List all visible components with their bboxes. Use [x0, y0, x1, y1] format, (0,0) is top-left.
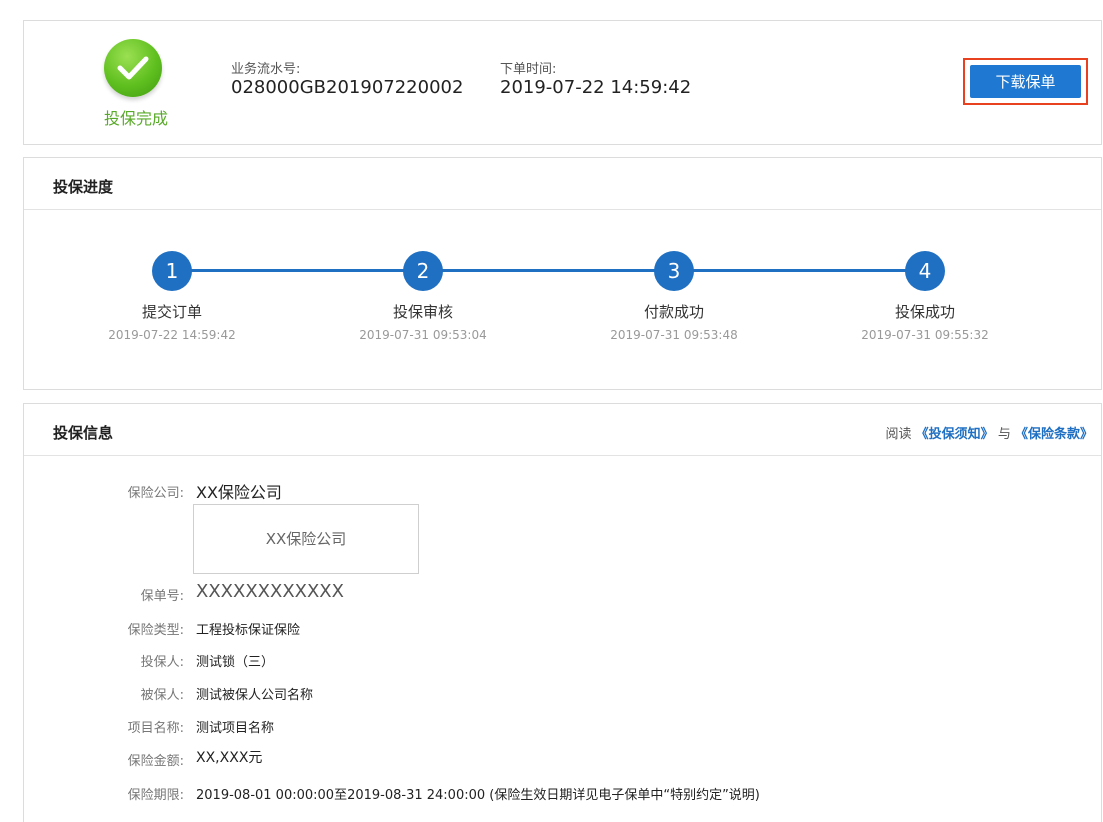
company-label: 保险公司: — [127, 486, 184, 501]
info-divider — [24, 455, 1101, 456]
company-value: XX保险公司 — [196, 483, 282, 502]
policy-info-panel: 投保信息 阅读 《投保须知》 与 《保险条款》 保险公司: XX保险公司 XX保… — [23, 403, 1102, 822]
step-2-time: 2019-07-31 09:53:04 — [359, 328, 487, 342]
step-1-label: 提交订单 — [141, 303, 202, 321]
progress-title: 投保进度 — [53, 178, 114, 196]
step-2-label: 投保审核 — [392, 303, 453, 321]
progress-divider — [24, 209, 1101, 210]
amount-value: XX,XXX元 — [196, 750, 263, 766]
insured-label: 被保人: — [140, 688, 184, 703]
progress-track — [172, 269, 925, 272]
order-time-value: 2019-07-22 14:59:42 — [500, 77, 692, 98]
type-value: 工程投标保证保险 — [196, 623, 301, 638]
period-value: 2019-08-01 00:00:00至2019-08-31 24:00:00 … — [196, 788, 760, 803]
read-and: 与 — [997, 427, 1011, 442]
notice-link[interactable]: 《投保须知》 — [916, 427, 994, 442]
step-4-circle: 4 — [905, 251, 945, 291]
download-button-highlight: 下载保单 — [963, 58, 1088, 105]
amount-label: 保险金额: — [127, 754, 184, 769]
applicant-value: 测试锁（三） — [196, 655, 275, 670]
step-4-label: 投保成功 — [894, 303, 955, 321]
policy-no-label: 保单号: — [140, 589, 184, 604]
step-2-circle: 2 — [403, 251, 443, 291]
check-icon — [104, 39, 162, 97]
policy-no-value: XXXXXXXXXXXX — [196, 581, 344, 602]
terms-link[interactable]: 《保险条款》 — [1015, 427, 1093, 442]
project-name-label: 项目名称: — [127, 721, 184, 736]
status-label: 投保完成 — [104, 109, 169, 128]
project-name-value: 测试项目名称 — [196, 721, 275, 736]
company-logo: XX保险公司 — [193, 504, 419, 574]
step-3-time: 2019-07-31 09:53:48 — [610, 328, 738, 342]
type-label: 保险类型: — [127, 623, 184, 638]
read-prefix: 阅读 — [885, 427, 912, 442]
read-notice: 阅读 《投保须知》 与 《保险条款》 — [886, 423, 1093, 442]
step-3-label: 付款成功 — [643, 303, 704, 321]
serial-number-label: 业务流水号: — [231, 62, 301, 77]
step-4-time: 2019-07-31 09:55:32 — [861, 328, 989, 342]
period-label: 保险期限: — [127, 788, 184, 803]
info-title: 投保信息 — [53, 424, 114, 442]
step-3-circle: 3 — [654, 251, 694, 291]
download-policy-button[interactable]: 下载保单 — [970, 65, 1081, 98]
step-1-time: 2019-07-22 14:59:42 — [108, 328, 236, 342]
progress-panel: 投保进度 1 提交订单 2019-07-22 14:59:42 2 投保审核 2… — [23, 157, 1102, 390]
order-time-label: 下单时间: — [500, 62, 557, 77]
serial-number-value: 028000GB201907220002 — [231, 77, 464, 98]
applicant-label: 投保人: — [140, 655, 184, 670]
insured-value: 测试被保人公司名称 — [196, 688, 314, 703]
order-status-panel: 投保完成 业务流水号: 028000GB201907220002 下单时间: 2… — [23, 20, 1102, 145]
step-1-circle: 1 — [152, 251, 192, 291]
